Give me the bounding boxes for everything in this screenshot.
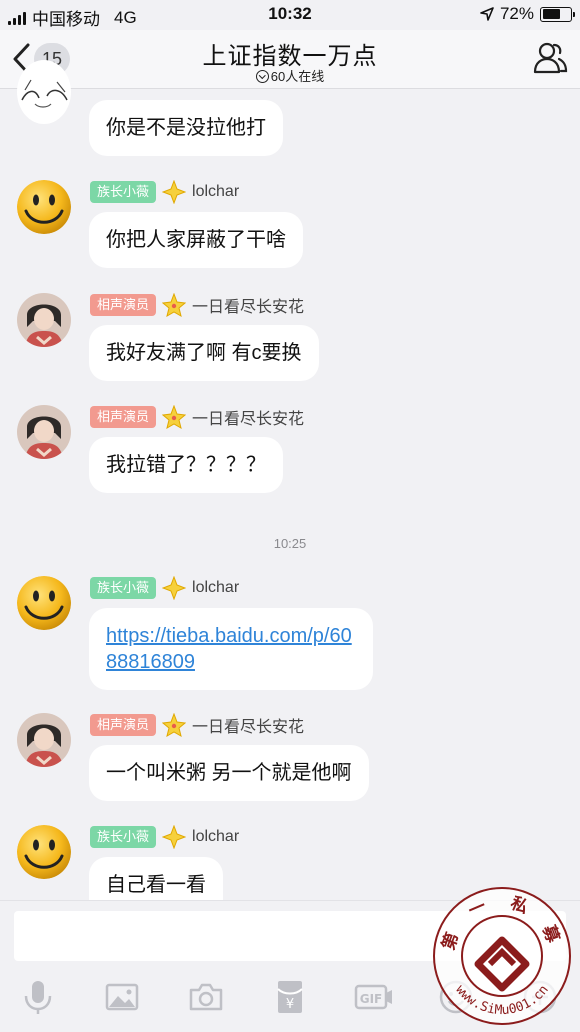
girl-avatar[interactable] <box>17 293 71 347</box>
sender-name[interactable]: lolchar <box>192 183 239 201</box>
sender-name[interactable]: lolchar <box>192 828 239 846</box>
watermark-logo: 第 一 私 募 www.SiMu001.cn <box>433 887 571 1025</box>
image-icon[interactable] <box>104 979 140 1015</box>
time-divider: 10:25 <box>273 536 307 551</box>
svg-text:¥: ¥ <box>286 997 294 1012</box>
star-badge-icon <box>162 576 187 600</box>
sender-name[interactable]: 一日看尽长安花 <box>192 293 304 317</box>
smiley-avatar[interactable] <box>17 180 71 234</box>
title-tag: 族长小薇 <box>90 826 157 848</box>
title-tag: 相声演员 <box>90 714 157 736</box>
group-members-icon[interactable] <box>532 40 568 76</box>
message-bubble[interactable]: 一个叫米粥 另一个就是他啊 <box>89 745 369 801</box>
microphone-icon[interactable] <box>20 979 56 1015</box>
battery-percent: 72% <box>499 4 534 23</box>
star-badge-icon <box>162 405 187 429</box>
message-bubble[interactable]: 我拉错了？？？？ <box>89 437 283 493</box>
chevron-down-icon <box>255 70 269 83</box>
status-bar: 中国移动 4G 10:32 72% <box>0 0 580 30</box>
chat-header: 15 上证指数一万点 60人在线 <box>0 30 580 89</box>
location-arrow-icon <box>480 7 494 21</box>
star-badge-icon <box>162 180 187 204</box>
online-count-label: 60人在线 <box>270 69 325 84</box>
online-count[interactable]: 60人在线 <box>0 66 580 85</box>
message-bubble[interactable]: 你是不是没拉他打 <box>89 100 283 156</box>
message-bubble[interactable]: 自己看一看 <box>89 857 223 902</box>
red-packet-icon[interactable]: ¥ <box>272 979 308 1015</box>
anime-girl-avatar[interactable] <box>17 60 71 124</box>
sender-name[interactable]: lolchar <box>192 579 239 597</box>
star-badge-icon <box>162 825 187 849</box>
star-badge-icon <box>162 713 187 737</box>
title-tag: 相声演员 <box>90 406 157 428</box>
girl-avatar[interactable] <box>17 713 71 767</box>
message-bubble[interactable]: 我好友满了啊 有c要换 <box>89 325 319 381</box>
sender-name[interactable]: 一日看尽长安花 <box>192 405 304 429</box>
battery-icon <box>540 6 575 22</box>
gif-icon[interactable]: GIF <box>354 979 394 1015</box>
title-tag: 族长小薇 <box>90 181 157 203</box>
title-tag: 族长小薇 <box>90 577 157 599</box>
star-badge-icon <box>162 293 187 317</box>
message-link[interactable]: https://tieba.baidu.com/p/6088816809 <box>89 608 373 690</box>
sender-name[interactable]: 一日看尽长安花 <box>192 713 304 737</box>
smiley-avatar[interactable] <box>17 576 71 630</box>
title-tag: 相声演员 <box>90 294 157 316</box>
smiley-avatar[interactable] <box>17 825 71 879</box>
camera-icon[interactable] <box>188 979 224 1015</box>
svg-text:GIF: GIF <box>360 992 383 1006</box>
girl-avatar[interactable] <box>17 405 71 459</box>
message-bubble[interactable]: 你把人家屏蔽了干啥 <box>89 212 303 268</box>
